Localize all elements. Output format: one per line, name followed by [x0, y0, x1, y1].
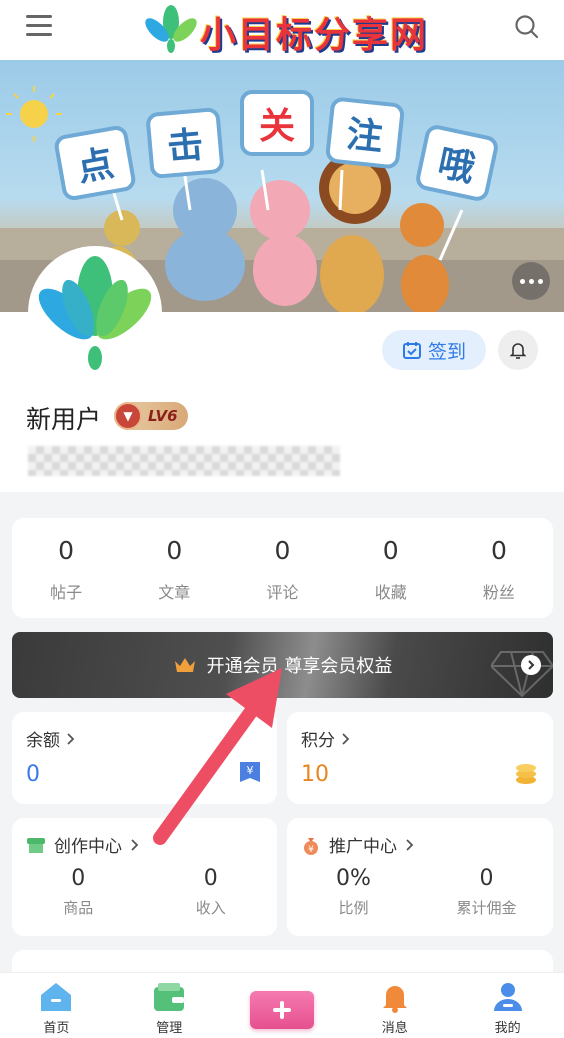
vip-banner-button[interactable]: 开通会员 尊享会员权益 [12, 632, 553, 698]
banner-sign: 关 [240, 90, 314, 156]
search-icon[interactable] [514, 14, 540, 40]
svg-text:¥: ¥ [247, 764, 254, 777]
chevron-right-icon [131, 838, 139, 851]
menu-icon[interactable] [26, 15, 52, 37]
username: 新用户 [26, 405, 102, 434]
bottom-tab-bar: 首页 管理 消息 我的 [0, 972, 564, 1038]
promo-title-text: 推广中心 [329, 837, 397, 857]
balance-card[interactable]: 余额 0 ¥ [12, 712, 277, 804]
balance-title-text: 余额 [26, 731, 60, 751]
money-bag-icon: ¥ [304, 837, 318, 855]
more-dots-icon[interactable] [512, 262, 550, 300]
promo-commission-value: 0 [479, 866, 494, 891]
lotus-avatar-icon [38, 256, 152, 370]
tab-home[interactable]: 首页 [0, 973, 113, 1038]
tab-mine[interactable]: 我的 [451, 973, 564, 1038]
chevron-right-icon [67, 732, 75, 745]
stat-label: 文章 [158, 583, 191, 602]
tab-messages-label: 消息 [381, 1021, 408, 1036]
home-icon [41, 983, 72, 1011]
chevron-right-icon [521, 655, 541, 675]
checkin-button[interactable]: 签到 [382, 330, 486, 370]
tab-manage[interactable]: 管理 [113, 973, 226, 1038]
stat-label: 帖子 [50, 583, 83, 602]
promo-rate-value: 0% [336, 866, 371, 891]
stat-value: 0 [274, 536, 291, 565]
chevron-right-icon [342, 732, 350, 745]
creator-income-label: 收入 [195, 899, 226, 917]
stat-favorites[interactable]: 0 收藏 [337, 518, 445, 618]
balance-title: 余额 [26, 726, 76, 751]
bell-icon [509, 343, 527, 359]
calendar-check-icon [402, 342, 421, 359]
checkin-label: 签到 [427, 340, 466, 363]
wallet-icon [154, 983, 185, 1011]
avatar[interactable] [28, 246, 162, 380]
creator-center-card[interactable]: 创作中心 0 商品 0 收入 [12, 818, 277, 936]
crown-icon [174, 658, 195, 672]
user-icon [493, 983, 522, 1011]
lotus-logo-icon [145, 5, 197, 53]
promo-commission[interactable]: 0 累计佣金 [420, 866, 553, 918]
creator-goods[interactable]: 0 商品 [12, 866, 145, 918]
logo-text: 小目标分享网 [200, 15, 429, 56]
vip-label: 开通会员 尊享会员权益 [206, 656, 393, 677]
creator-goods-label: 商品 [63, 899, 94, 917]
diamond-icon [491, 651, 553, 698]
creator-income-value: 0 [203, 866, 218, 891]
points-value: 10 [301, 762, 329, 787]
tab-messages[interactable]: 消息 [338, 973, 451, 1038]
plus-icon [249, 991, 314, 1029]
tab-home-label: 首页 [43, 1021, 70, 1036]
coin-stack-icon [516, 764, 536, 784]
points-title: 积分 [301, 726, 351, 751]
promo-title: ¥ 推广中心 [301, 832, 415, 857]
stat-posts[interactable]: 0 帖子 [12, 518, 120, 618]
notification-button[interactable] [498, 330, 538, 370]
masked-user-id [28, 446, 340, 476]
tab-manage-label: 管理 [156, 1021, 183, 1036]
stat-label: 收藏 [374, 583, 407, 602]
site-logo[interactable]: 小目标分享网 [142, 2, 426, 56]
profile-section: 签到 新用户 ▼ LV6 [0, 246, 564, 492]
stat-value: 0 [382, 536, 399, 565]
svg-text:¥: ¥ [308, 845, 314, 855]
shop-icon [27, 837, 45, 853]
yuan-wallet-icon: ¥ [240, 762, 260, 782]
level-text: LV6 [148, 407, 178, 425]
creator-goods-value: 0 [71, 866, 86, 891]
level-badge: ▼ LV6 [114, 402, 188, 430]
promo-rate[interactable]: 0% 比例 [287, 866, 420, 918]
stat-value: 0 [166, 536, 183, 565]
stat-comments[interactable]: 0 评论 [228, 518, 336, 618]
level-shield-icon: ▼ [114, 402, 142, 430]
promo-commission-label: 累计佣金 [456, 899, 517, 917]
promotion-center-card[interactable]: ¥ 推广中心 0% 比例 0 累计佣金 [287, 818, 553, 936]
stat-label: 粉丝 [482, 583, 515, 602]
promo-rate-label: 比例 [338, 899, 369, 917]
balance-value: 0 [26, 762, 40, 787]
tab-publish[interactable] [226, 973, 339, 1038]
stat-value: 0 [58, 536, 75, 565]
stat-articles[interactable]: 0 文章 [120, 518, 228, 618]
creator-title: 创作中心 [26, 832, 140, 857]
points-title-text: 积分 [301, 731, 335, 751]
banner-sign: 击 [145, 106, 225, 180]
tab-mine-label: 我的 [494, 1021, 521, 1036]
stat-label: 评论 [266, 583, 299, 602]
points-card[interactable]: 积分 10 [287, 712, 553, 804]
stats-card: 0 帖子 0 文章 0 评论 0 收藏 0 粉丝 [12, 518, 553, 618]
stat-fans[interactable]: 0 粉丝 [445, 518, 553, 618]
banner-sign: 注 [324, 96, 406, 170]
creator-title-text: 创作中心 [54, 837, 122, 857]
chevron-right-icon [406, 838, 414, 851]
stat-value: 0 [490, 536, 507, 565]
bell-icon [382, 986, 407, 1013]
creator-income[interactable]: 0 收入 [145, 866, 278, 918]
top-header: 小目标分享网 [0, 0, 564, 60]
banner-sign: 点 [52, 124, 138, 202]
